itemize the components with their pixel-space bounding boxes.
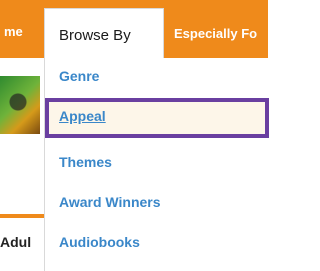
browse-by-dropdown-menu: Genre Appeal Themes Award Winners Audiob… — [44, 58, 269, 271]
menu-item-themes-label[interactable]: Themes — [59, 154, 112, 170]
tab-especially-for[interactable]: Especially Fo — [164, 8, 268, 58]
menu-item-genre[interactable]: Genre — [45, 58, 269, 98]
tab-home-label: me — [4, 24, 23, 39]
tab-browse-by-label: Browse By — [59, 27, 131, 44]
tab-home[interactable]: me — [0, 0, 44, 58]
background-heading: Adul — [0, 234, 32, 250]
cover-art — [0, 76, 40, 134]
background-book-cover — [0, 76, 40, 134]
menu-item-genre-label[interactable]: Genre — [59, 68, 99, 84]
tab-browse-by[interactable]: Browse By — [44, 8, 164, 58]
menu-item-themes[interactable]: Themes — [45, 144, 269, 184]
menu-item-appeal-label[interactable]: Appeal — [59, 108, 106, 124]
menu-item-award-winners-label[interactable]: Award Winners — [59, 194, 161, 210]
background-divider — [0, 214, 44, 218]
tab-especially-for-label: Especially Fo — [174, 26, 258, 41]
menu-item-appeal[interactable]: Appeal — [45, 98, 269, 138]
menu-item-audiobooks[interactable]: Audiobooks — [45, 224, 269, 264]
menu-item-audiobooks-label[interactable]: Audiobooks — [59, 234, 140, 250]
menu-item-award-winners[interactable]: Award Winners — [45, 184, 269, 224]
